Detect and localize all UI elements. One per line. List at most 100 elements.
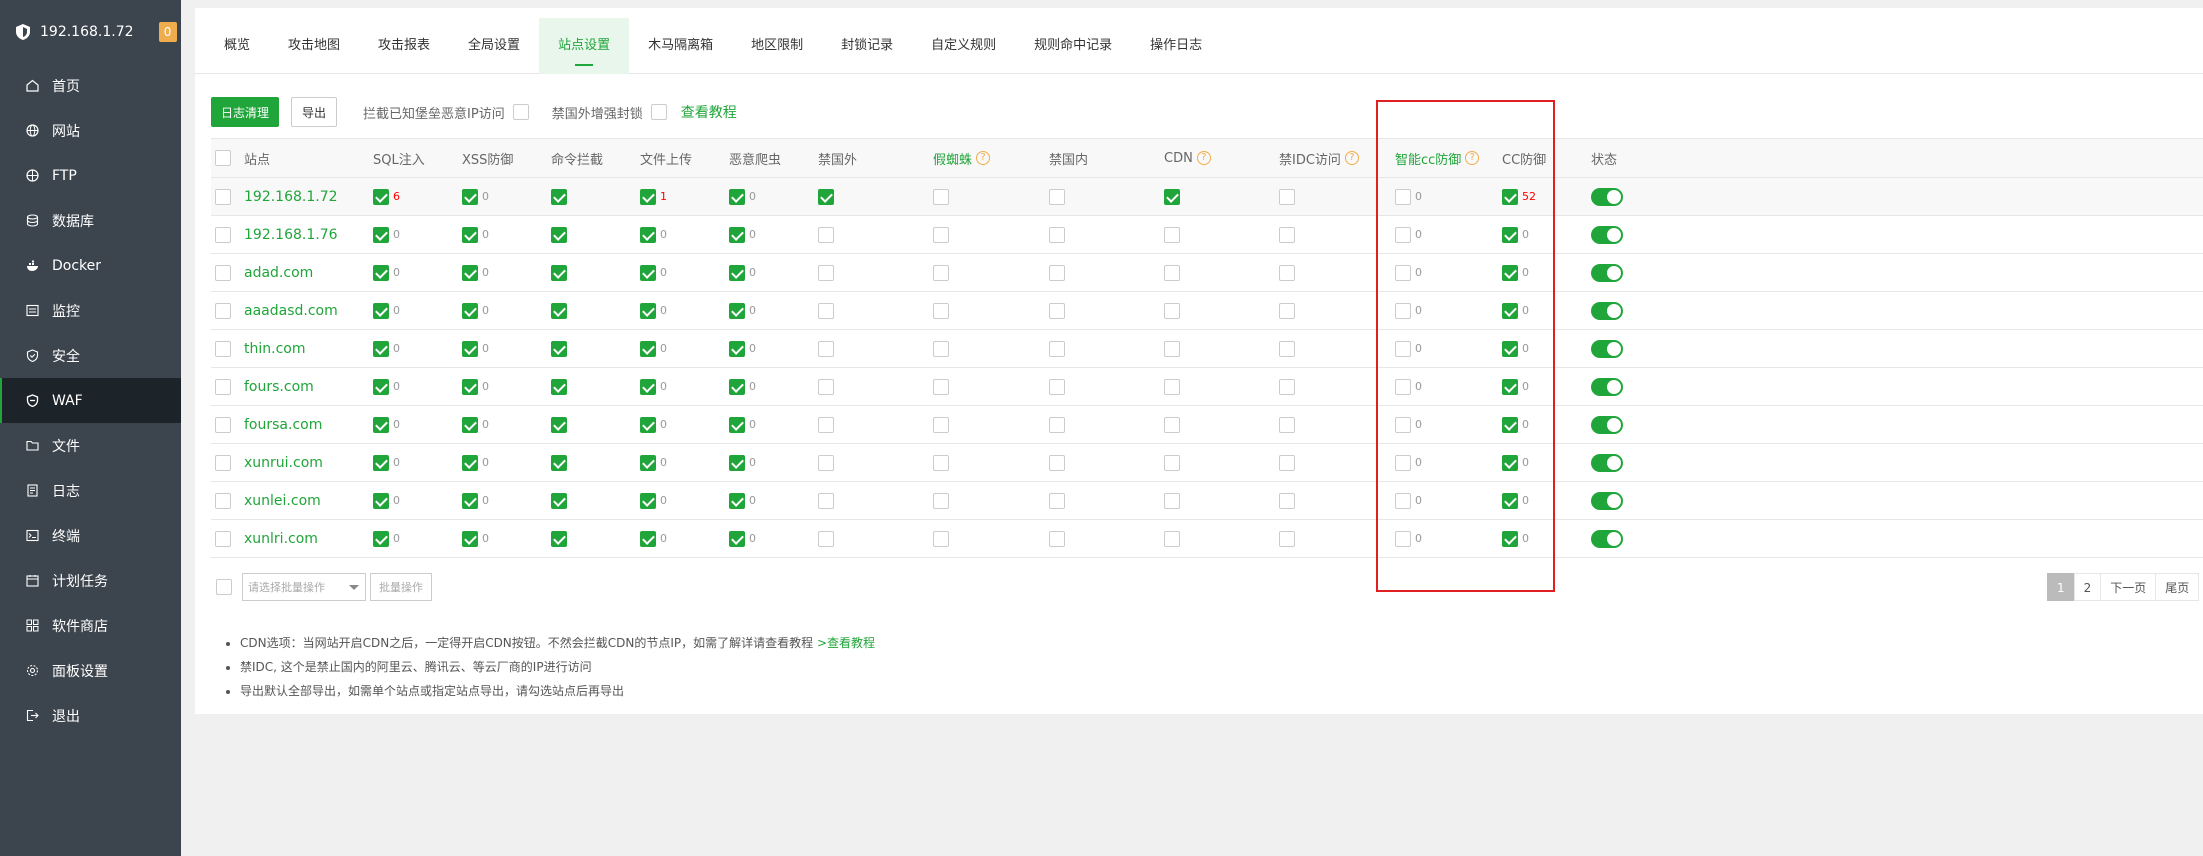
site-link[interactable]: fours.com: [244, 379, 314, 395]
cc-checkbox[interactable]: [1502, 378, 1518, 395]
tab-5[interactable]: 木马隔离箱: [629, 18, 732, 74]
ban-foreign-checkbox[interactable]: [818, 188, 834, 205]
sql-checkbox[interactable]: [373, 492, 389, 509]
foreign-block-checkbox[interactable]: [650, 104, 667, 120]
fake-spider-checkbox[interactable]: [933, 264, 949, 281]
sql-checkbox[interactable]: [373, 226, 389, 243]
ban-domestic-checkbox[interactable]: [1049, 188, 1065, 205]
ban-domestic-checkbox[interactable]: [1049, 340, 1065, 357]
select-all-checkbox[interactable]: [215, 150, 231, 166]
ban-idc-checkbox[interactable]: [1279, 492, 1295, 509]
tab-4[interactable]: 站点设置: [539, 18, 630, 74]
upload-checkbox[interactable]: [640, 530, 656, 547]
sidebar-item-7[interactable]: WAF: [0, 378, 181, 423]
cc-checkbox[interactable]: [1502, 454, 1518, 471]
crawler-checkbox[interactable]: [729, 188, 745, 205]
upload-checkbox[interactable]: [640, 492, 656, 509]
page-button-0[interactable]: 1: [2047, 573, 2075, 601]
cc-checkbox[interactable]: [1502, 188, 1518, 205]
smartcc-checkbox[interactable]: [1395, 188, 1411, 205]
ban-idc-checkbox[interactable]: [1279, 340, 1295, 357]
upload-checkbox[interactable]: [640, 188, 656, 205]
sidebar-item-14[interactable]: 退出: [0, 693, 181, 738]
status-toggle[interactable]: [1591, 377, 1623, 396]
sql-checkbox[interactable]: [373, 530, 389, 547]
cdn-checkbox[interactable]: [1164, 416, 1180, 433]
ban-idc-checkbox[interactable]: [1279, 530, 1295, 547]
crawler-checkbox[interactable]: [729, 264, 745, 281]
smartcc-checkbox[interactable]: [1395, 378, 1411, 395]
ban-domestic-checkbox[interactable]: [1049, 264, 1065, 281]
cmd-checkbox[interactable]: [551, 416, 567, 433]
tab-7[interactable]: 封锁记录: [822, 18, 912, 74]
sidebar-item-8[interactable]: 文件: [0, 423, 181, 468]
crawler-checkbox[interactable]: [729, 454, 745, 471]
row-select-checkbox[interactable]: [215, 188, 231, 205]
status-toggle[interactable]: [1591, 263, 1623, 282]
status-toggle[interactable]: [1591, 225, 1623, 244]
tutorial-link[interactable]: 查看教程: [681, 102, 737, 122]
cmd-checkbox[interactable]: [551, 226, 567, 243]
cmd-checkbox[interactable]: [551, 264, 567, 281]
upload-checkbox[interactable]: [640, 264, 656, 281]
ban-domestic-checkbox[interactable]: [1049, 454, 1065, 471]
ban-idc-checkbox[interactable]: [1279, 454, 1295, 471]
ban-idc-checkbox[interactable]: [1279, 302, 1295, 319]
smartcc-checkbox[interactable]: [1395, 530, 1411, 547]
help-icon[interactable]: ?: [1465, 151, 1480, 165]
page-button-3[interactable]: 尾页: [2155, 573, 2200, 601]
cc-checkbox[interactable]: [1502, 530, 1518, 547]
tab-0[interactable]: 概览: [205, 18, 269, 74]
smartcc-checkbox[interactable]: [1395, 416, 1411, 433]
fake-spider-checkbox[interactable]: [933, 492, 949, 509]
cc-checkbox[interactable]: [1502, 340, 1518, 357]
smartcc-checkbox[interactable]: [1395, 340, 1411, 357]
sidebar-item-12[interactable]: 软件商店: [0, 603, 181, 648]
ban-idc-checkbox[interactable]: [1279, 378, 1295, 395]
ban-foreign-checkbox[interactable]: [818, 530, 834, 547]
upload-checkbox[interactable]: [640, 454, 656, 471]
ban-foreign-checkbox[interactable]: [818, 302, 834, 319]
site-link[interactable]: 192.168.1.72: [244, 189, 338, 205]
sidebar-item-3[interactable]: 数据库: [0, 198, 181, 243]
ban-domestic-checkbox[interactable]: [1049, 378, 1065, 395]
help-icon[interactable]: ?: [1344, 151, 1359, 165]
upload-checkbox[interactable]: [640, 378, 656, 395]
row-select-checkbox[interactable]: [215, 302, 231, 319]
site-link[interactable]: xunlei.com: [244, 493, 321, 509]
sidebar-item-4[interactable]: Docker: [0, 243, 181, 288]
sidebar-item-1[interactable]: 网站: [0, 108, 181, 153]
xss-checkbox[interactable]: [462, 226, 478, 243]
ban-domestic-checkbox[interactable]: [1049, 226, 1065, 243]
upload-checkbox[interactable]: [640, 302, 656, 319]
row-select-checkbox[interactable]: [215, 264, 231, 281]
ban-foreign-checkbox[interactable]: [818, 226, 834, 243]
cmd-checkbox[interactable]: [551, 302, 567, 319]
cc-checkbox[interactable]: [1502, 226, 1518, 243]
fake-spider-checkbox[interactable]: [933, 454, 949, 471]
sidebar-item-2[interactable]: FTP: [0, 153, 181, 198]
note-tutorial-link[interactable]: >查看教程: [817, 636, 875, 650]
row-select-checkbox[interactable]: [215, 492, 231, 509]
sql-checkbox[interactable]: [373, 340, 389, 357]
help-icon[interactable]: ?: [976, 151, 991, 165]
batch-button[interactable]: 批量操作: [370, 573, 432, 601]
sql-checkbox[interactable]: [373, 378, 389, 395]
page-button-2[interactable]: 下一页: [2100, 573, 2157, 601]
xss-checkbox[interactable]: [462, 302, 478, 319]
row-select-checkbox[interactable]: [215, 378, 231, 395]
row-select-checkbox[interactable]: [215, 226, 231, 243]
ban-foreign-checkbox[interactable]: [818, 416, 834, 433]
crawler-checkbox[interactable]: [729, 340, 745, 357]
batch-select[interactable]: 请选择批量操作: [242, 573, 366, 601]
fake-spider-checkbox[interactable]: [933, 378, 949, 395]
cmd-checkbox[interactable]: [551, 530, 567, 547]
upload-checkbox[interactable]: [640, 226, 656, 243]
cdn-checkbox[interactable]: [1164, 188, 1180, 205]
fake-spider-checkbox[interactable]: [933, 188, 949, 205]
crawler-checkbox[interactable]: [729, 302, 745, 319]
fake-spider-checkbox[interactable]: [933, 530, 949, 547]
row-select-checkbox[interactable]: [215, 340, 231, 357]
sql-checkbox[interactable]: [373, 416, 389, 433]
fake-spider-checkbox[interactable]: [933, 416, 949, 433]
